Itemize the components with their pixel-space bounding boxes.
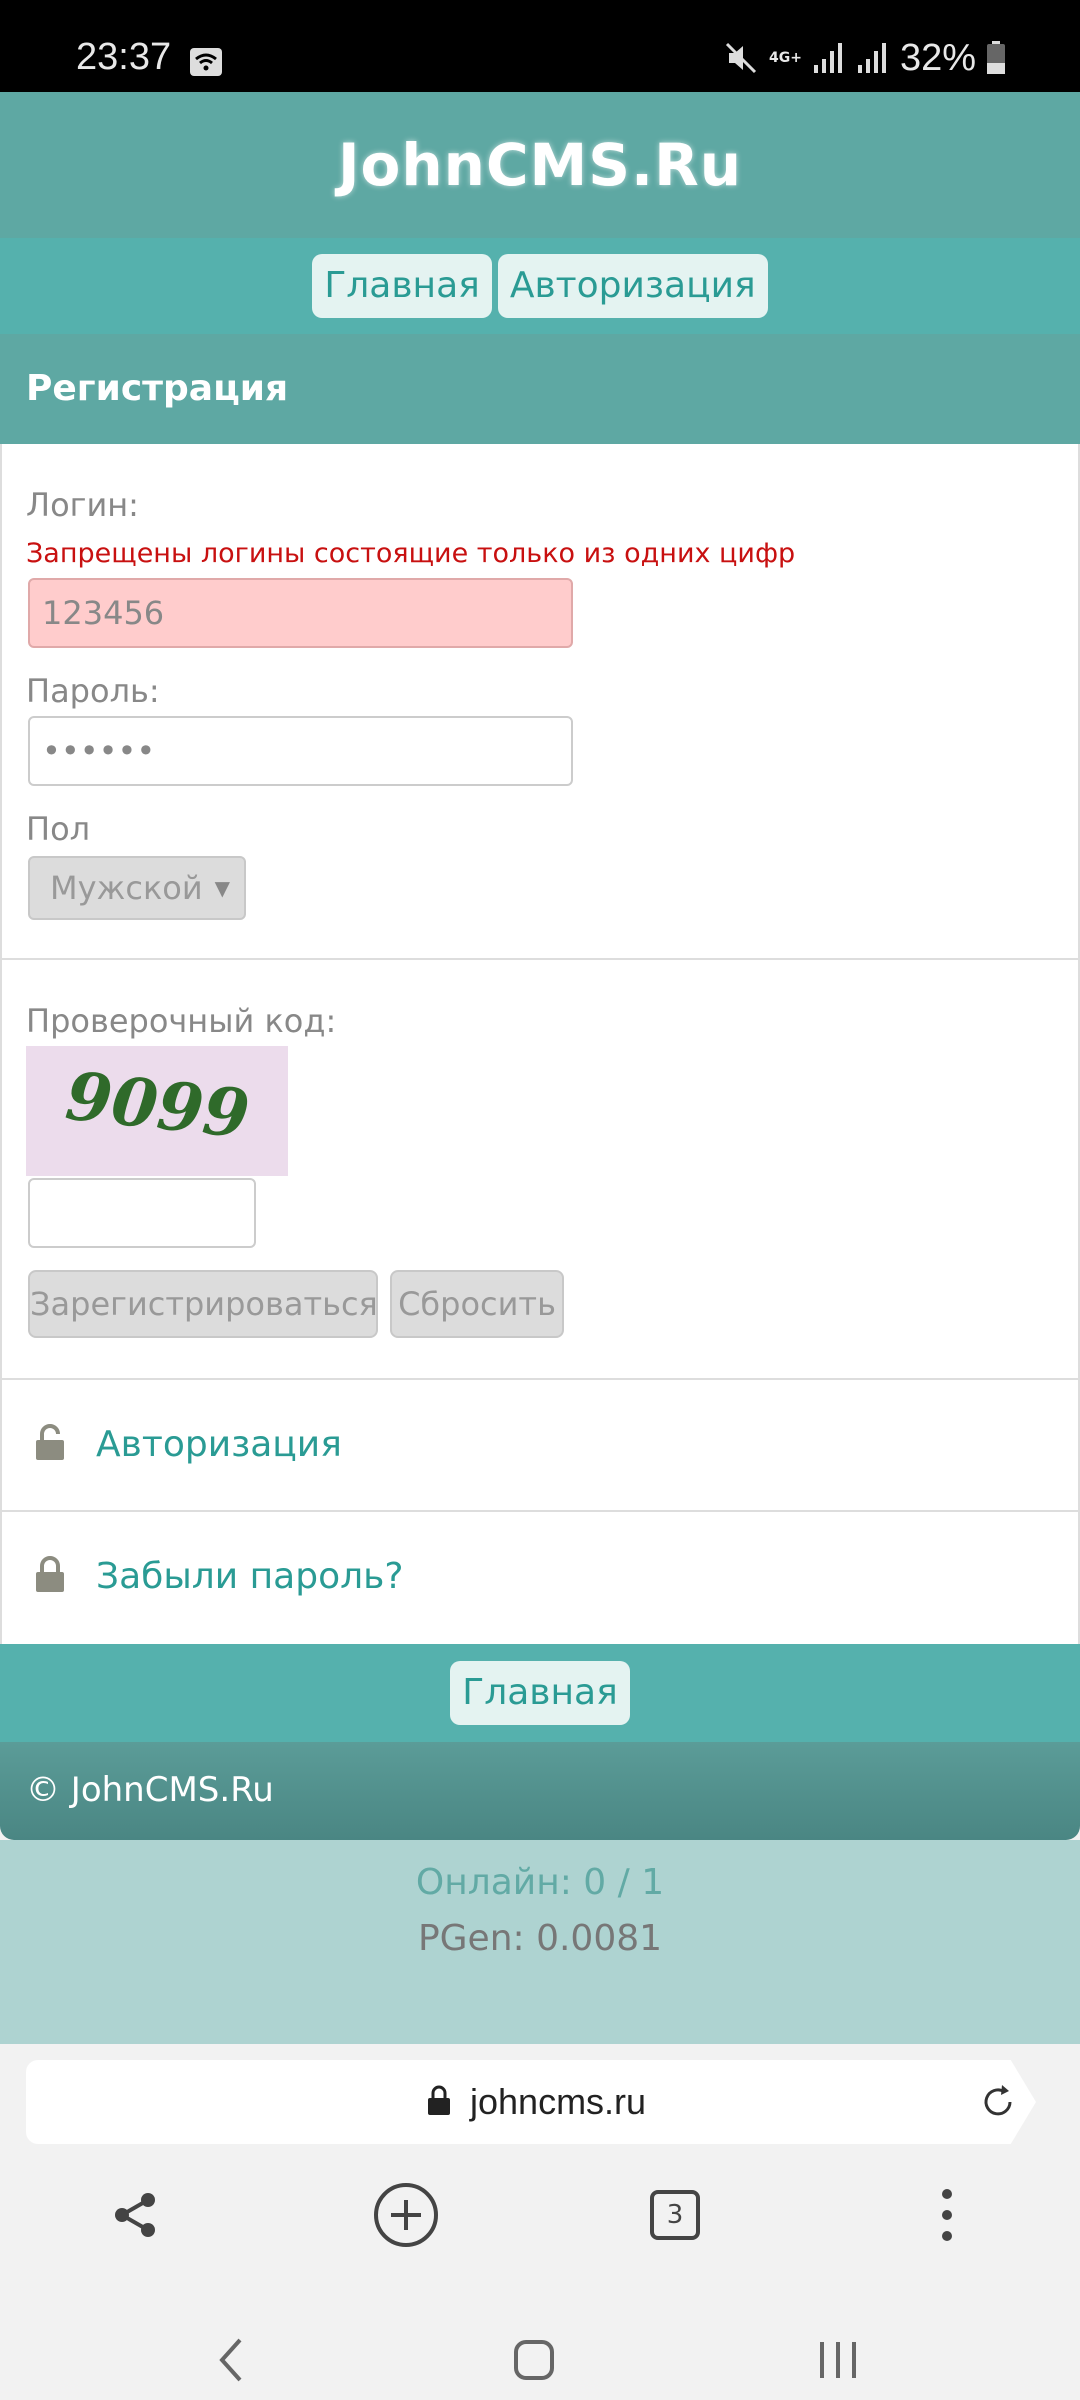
- bottom-nav: Главная: [0, 1644, 1080, 1742]
- footer-copyright: © JohnCMS.Ru: [0, 1742, 1080, 1840]
- network-type: 4G+: [768, 50, 802, 66]
- back-nav-icon[interactable]: [204, 2330, 264, 2390]
- page-gen-time: PGen: 0.0081: [417, 1918, 663, 1959]
- url-bar[interactable]: johncms.ru: [26, 2060, 1036, 2144]
- login-label: Логин:: [26, 486, 139, 524]
- login-input[interactable]: 123456: [28, 578, 573, 648]
- unlock-icon: [36, 1424, 64, 1460]
- stats-panel: Онлайн: 0 / 1 PGen: 0.0081: [0, 1840, 1080, 2044]
- captcha-image: 9099: [26, 1046, 288, 1176]
- bottom-home-link[interactable]: Главная: [450, 1661, 630, 1725]
- status-time: 23:37: [76, 36, 172, 78]
- mute-icon: [725, 42, 757, 74]
- lock-icon: [36, 1556, 64, 1592]
- url-text[interactable]: johncms.ru: [470, 2060, 646, 2144]
- signal-icon-2: [857, 43, 886, 73]
- browser-toolbar: johncms.ru 3: [0, 2044, 1080, 2400]
- online-count[interactable]: Онлайн: 0 / 1: [0, 1862, 1080, 1903]
- tab-count: 3: [650, 2190, 700, 2240]
- forgot-password-link[interactable]: Забыли пароль?: [96, 1512, 403, 1642]
- password-label: Пароль:: [26, 672, 160, 710]
- gender-select[interactable]: Мужской ▼: [28, 856, 246, 920]
- battery-icon: [987, 41, 1005, 74]
- captcha-input[interactable]: [28, 1178, 256, 1248]
- login-link[interactable]: Авторизация: [96, 1380, 342, 1510]
- share-icon[interactable]: [100, 2180, 170, 2250]
- status-bar: 23:37 4G+ 32%: [0, 0, 1080, 92]
- new-tab-icon[interactable]: [371, 2180, 441, 2250]
- reset-button[interactable]: Сбросить: [390, 1270, 564, 1338]
- refresh-icon[interactable]: [976, 2080, 1020, 2124]
- lock-icon: [428, 2085, 450, 2115]
- battery-percent: 32%: [899, 36, 976, 79]
- site-logo[interactable]: JohnCMS.Ru: [338, 131, 742, 199]
- divider: [2, 958, 1078, 960]
- gender-label: Пол: [26, 810, 91, 848]
- nav-login-link[interactable]: Авторизация: [497, 254, 768, 318]
- nav-home-link[interactable]: Главная: [312, 254, 492, 318]
- more-menu-icon[interactable]: [912, 2180, 982, 2250]
- login-link-row[interactable]: Авторизация: [2, 1380, 1078, 1510]
- register-button[interactable]: Зарегистрироваться: [28, 1270, 378, 1338]
- status-right: 4G+ 32%: [723, 36, 1006, 79]
- forgot-link-row[interactable]: Забыли пароль?: [2, 1512, 1078, 1642]
- recents-nav-icon[interactable]: [808, 2330, 868, 2390]
- home-nav-icon[interactable]: [504, 2330, 564, 2390]
- tabs-button[interactable]: 3: [640, 2180, 710, 2250]
- page-title: Регистрация: [0, 334, 1080, 444]
- wifi-icon: [190, 48, 222, 76]
- signal-icon: [813, 43, 842, 73]
- site-header: JohnCMS.Ru: [0, 92, 1080, 238]
- login-error: Запрещены логины состоящие только из одн…: [26, 538, 796, 569]
- gender-selected: Мужской: [50, 869, 203, 907]
- captcha-code-graphic: 9099: [62, 1057, 253, 1154]
- top-nav: Главная Авторизация: [0, 238, 1080, 334]
- chevron-down-icon: ▼: [214, 876, 230, 900]
- password-input[interactable]: ••••••: [28, 716, 573, 786]
- captcha-label: Проверочный код:: [26, 1002, 337, 1040]
- registration-form: Логин: Запрещены логины состоящие только…: [0, 444, 1080, 1644]
- captcha-code: 9099: [62, 1057, 253, 1154]
